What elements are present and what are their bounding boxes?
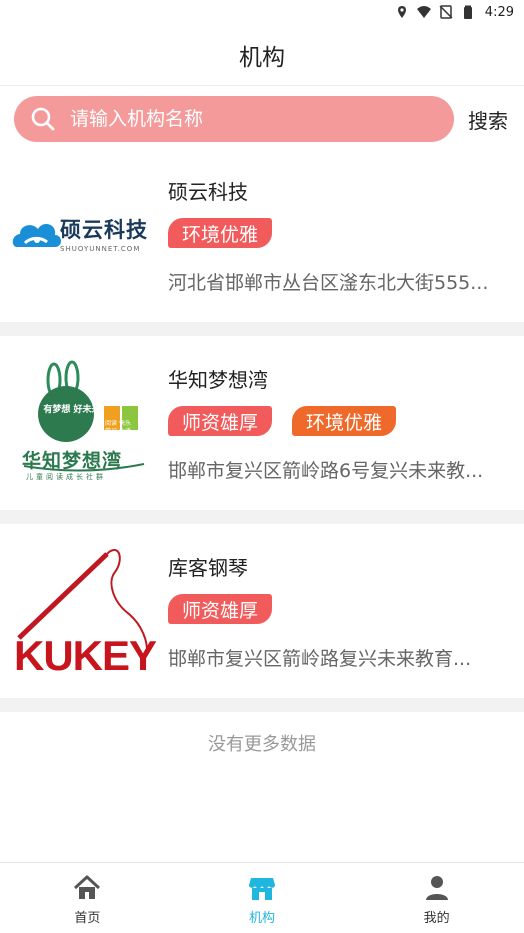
tag-badge: 环境优雅 <box>168 218 273 248</box>
logo-wordmark: 华知梦想湾 <box>22 450 123 472</box>
institution-name: 硕云科技 <box>168 180 248 204</box>
tag-list: 环境优雅 <box>168 218 273 248</box>
institution-card[interactable]: 硕云科技 SHUOYUNNET.COM 硕云科技 环境优雅 河北省邯郸市丛台区滏… <box>0 152 524 322</box>
app-header: 机构 <box>0 24 524 86</box>
tag-list: 师资雄厚 <box>168 594 273 624</box>
user-icon <box>425 876 448 900</box>
institution-card[interactable]: KUKEY 库客钢琴 师资雄厚 邯郸市复兴区箭岭路复兴未来教育... <box>0 524 524 698</box>
institution-address: 邯郸市复兴区箭岭路6号复兴未来教... <box>168 460 484 482</box>
institution-address: 邯郸市复兴区箭岭路复兴未来教育... <box>168 648 472 670</box>
tab-mine-label: 我的 <box>423 911 450 926</box>
tag-list: 师资雄厚 环境优雅 <box>168 406 397 436</box>
institution-address: 河北省邯郸市丛台区滏东北大街555... <box>168 272 489 294</box>
logo-side-text: 阅读 快乐 学习 生活 <box>105 420 131 435</box>
bottom-tab-bar: 首页 机构 我的 <box>0 862 524 933</box>
tab-institutions-label: 机构 <box>249 911 276 926</box>
battery-icon <box>463 5 472 19</box>
tab-institutions[interactable]: 机构 <box>175 863 350 933</box>
institution-name: 库客钢琴 <box>168 556 248 580</box>
location-icon <box>397 6 406 18</box>
page-title: 机构 <box>239 44 285 71</box>
tab-home-label: 首页 <box>74 911 101 926</box>
institution-card[interactable]: 有梦想 好未来 阅读 快乐 学习 生活 华知梦想湾 儿童阅读成长社群 华知梦想湾… <box>0 336 524 510</box>
tab-home[interactable]: 首页 <box>0 863 175 933</box>
search-input[interactable] <box>70 108 410 130</box>
no-signal-icon <box>439 5 453 19</box>
no-more-data-text: 没有更多数据 <box>208 734 316 755</box>
tab-mine[interactable]: 我的 <box>349 863 524 933</box>
tag-badge: 师资雄厚 <box>168 594 273 624</box>
status-time: 4:29 <box>484 4 514 20</box>
search-box[interactable] <box>14 96 454 142</box>
search-button[interactable]: 搜索 <box>468 105 508 134</box>
store-icon <box>249 878 275 900</box>
logo-subtext: 儿童阅读成长社群 <box>26 473 106 481</box>
logo-wordmark: KUKEY <box>14 632 157 679</box>
logo-badge: 有梦想 好未来 <box>43 405 101 415</box>
wifi-icon <box>416 6 431 18</box>
home-icon <box>74 875 101 899</box>
no-more-data-note: 没有更多数据 <box>0 712 524 862</box>
tag-badge: 环境优雅 <box>292 406 397 436</box>
logo-wordmark: 硕云科技 SHUOYUNNET.COM <box>60 218 148 253</box>
institution-name: 华知梦想湾 <box>168 368 268 392</box>
tag-badge: 师资雄厚 <box>168 406 273 436</box>
search-row: 搜索 <box>0 86 524 152</box>
search-icon <box>31 107 55 131</box>
status-bar: 4:29 <box>0 0 524 24</box>
